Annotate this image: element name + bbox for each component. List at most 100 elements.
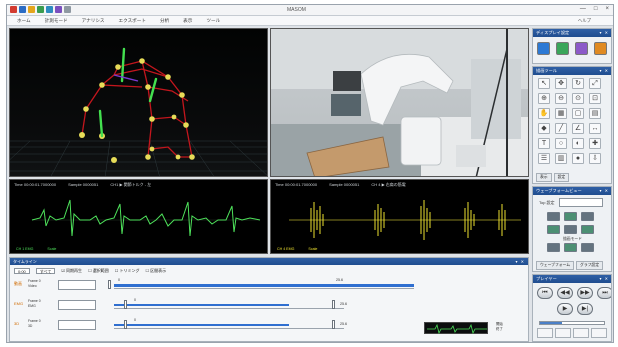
grid-tool-icon[interactable]: ▦ [555, 108, 567, 119]
track-start-handle[interactable] [124, 300, 127, 309]
trim-checkbox[interactable]: ☐ トリミング [115, 268, 140, 274]
section-checkbox[interactable]: ☐ 区間表示 [145, 268, 166, 274]
export-icon[interactable] [55, 6, 62, 13]
arrow-tool-icon[interactable]: ↖ [538, 78, 550, 89]
player-option[interactable] [591, 328, 607, 338]
skip-start-button[interactable]: ⏮ [537, 287, 553, 299]
dropdown-icon[interactable] [64, 6, 71, 13]
camera-video-view[interactable] [270, 28, 529, 177]
tab-display[interactable]: 表示 [536, 173, 552, 182]
frame-tool-icon[interactable]: ▢ [572, 108, 584, 119]
panel-title: ディスプレイ設定 [536, 30, 570, 35]
track-end-handle[interactable] [332, 300, 335, 309]
timeline-track[interactable]: EMG Frame 0 EMG 0 25.6 [14, 298, 526, 318]
layout-button[interactable] [547, 212, 560, 221]
view-graph-icon[interactable] [575, 42, 588, 55]
open-icon[interactable] [28, 6, 35, 13]
track-settings-box[interactable] [58, 300, 96, 310]
tool-grid: ↖ ✥ ↻ ⤢ ⊕ ⊖ ⊙ ⊡ ✋ ▦ ▢ ▤ ◆ ╱ ∠ ↔ T ○ ◐ ✚ … [533, 75, 611, 168]
range-select[interactable]: すべて [35, 268, 56, 274]
view-camera-icon[interactable] [556, 42, 569, 55]
maximize-button[interactable]: □ [594, 6, 598, 12]
layout-button[interactable] [581, 212, 594, 221]
zoom-out-icon[interactable]: ⊖ [555, 93, 567, 104]
line-tool-icon[interactable]: ╱ [555, 123, 567, 134]
menu-home[interactable]: ホーム [17, 18, 31, 24]
tab-graph-settings[interactable]: グラフ設定 [576, 261, 604, 270]
scale-tool-icon[interactable]: ⤢ [589, 78, 601, 89]
measure-tool-icon[interactable]: ↔ [589, 123, 601, 134]
rewind-button[interactable]: ◀◀ [557, 287, 573, 299]
move-tool-icon[interactable]: ✥ [555, 78, 567, 89]
align-tool-icon[interactable]: ☰ [538, 153, 550, 164]
skeleton-3d-view[interactable] [9, 28, 268, 177]
track-name: 3D [14, 321, 20, 326]
layout-button[interactable] [564, 225, 577, 234]
player-option[interactable] [537, 328, 553, 338]
track-end-handle[interactable] [332, 320, 335, 329]
mode-button[interactable] [564, 243, 577, 252]
zoom-region-icon[interactable]: ⊡ [589, 93, 601, 104]
minimize-button[interactable]: — [580, 6, 586, 12]
mode-button[interactable] [581, 243, 594, 252]
chart-tool-icon[interactable]: ▥ [555, 153, 567, 164]
export-tool-icon[interactable]: ⇩ [589, 153, 601, 164]
panel-header: ディスプレイ設定 ▾ ✕ [533, 29, 611, 37]
track-settings-box[interactable] [58, 280, 96, 290]
zoom-in-icon[interactable]: ⊕ [538, 93, 550, 104]
circle-tool-icon[interactable]: ○ [555, 138, 567, 149]
angle-tool-icon[interactable]: ∠ [572, 123, 584, 134]
record-tool-icon[interactable]: ● [572, 153, 584, 164]
fast-forward-button[interactable]: ▶▶ [577, 287, 593, 299]
panel-controls-icon[interactable]: ▾ ✕ [600, 67, 609, 75]
panel-controls-icon[interactable]: ▾ ✕ [600, 187, 609, 195]
marker-tool-icon[interactable]: ◆ [538, 123, 550, 134]
cursor-tool-icon[interactable]: ✚ [589, 138, 601, 149]
timeline-thumbnail[interactable] [424, 322, 488, 335]
menu-measure[interactable]: 計測モード [45, 18, 68, 24]
pan-tool-icon[interactable]: ✋ [538, 108, 550, 119]
player-option[interactable] [573, 328, 589, 338]
play-button[interactable]: ▶ [557, 303, 573, 315]
menu-export[interactable]: エクスポート [119, 18, 146, 24]
text-tool-icon[interactable]: T [538, 138, 550, 149]
save-icon[interactable] [19, 6, 26, 13]
panel-controls-icon[interactable]: ▾ ✕ [516, 258, 525, 265]
emg-plot-left[interactable]: Time 00:00:01.7000000 Sample 0000051 CH1… [9, 179, 268, 254]
panel-controls-icon[interactable]: ▾ ✕ [600, 29, 609, 37]
player-option[interactable] [555, 328, 571, 338]
selection-checkbox[interactable]: ☐ 選択範囲 [88, 268, 109, 274]
time-field[interactable]: 0:00 [14, 268, 30, 274]
chart-icon[interactable] [46, 6, 53, 13]
tab-settings[interactable]: 設定 [553, 173, 570, 182]
layout-button[interactable] [564, 212, 577, 221]
view-settings-icon[interactable] [594, 42, 607, 55]
tab-waveform[interactable]: ウェーブフォーム [536, 261, 575, 270]
sync-checkbox[interactable]: ☑ 同期再生 [61, 268, 82, 274]
track-start-handle[interactable] [108, 280, 111, 289]
layout-button[interactable] [547, 225, 560, 234]
record-icon[interactable] [37, 6, 44, 13]
menu-analyze[interactable]: 分析 [160, 18, 169, 24]
zoom-fit-icon[interactable]: ⊙ [572, 93, 584, 104]
rotate-tool-icon[interactable]: ↻ [572, 78, 584, 89]
wave-top-select[interactable] [559, 198, 603, 207]
skip-end-button[interactable]: ⏭ [597, 287, 611, 299]
menu-analysis[interactable]: アナリシス [82, 18, 105, 24]
layout-button[interactable] [581, 225, 594, 234]
color-tool-icon[interactable]: ◐ [572, 138, 584, 149]
view-3d-icon[interactable] [537, 42, 550, 55]
step-forward-button[interactable]: ▶| [577, 303, 593, 315]
panel-controls-icon[interactable]: ▾ ✕ [600, 275, 609, 283]
menu-help[interactable]: ヘルプ [578, 18, 591, 24]
close-button[interactable]: × [605, 6, 609, 12]
track-settings-box[interactable] [58, 320, 96, 330]
track-start-handle[interactable] [124, 320, 127, 329]
emg-plot-right[interactable]: Time 00:00:01.7000000 Sample 0000051 CH … [270, 179, 529, 254]
layer-tool-icon[interactable]: ▤ [589, 108, 601, 119]
player-position-slider[interactable] [539, 321, 605, 325]
timeline-track[interactable]: 動画 Frame 0 Video 0 25.6 [14, 278, 526, 298]
menu-view[interactable]: 表示 [183, 18, 192, 24]
mode-button[interactable] [547, 243, 560, 252]
menu-tools[interactable]: ツール [206, 18, 220, 24]
